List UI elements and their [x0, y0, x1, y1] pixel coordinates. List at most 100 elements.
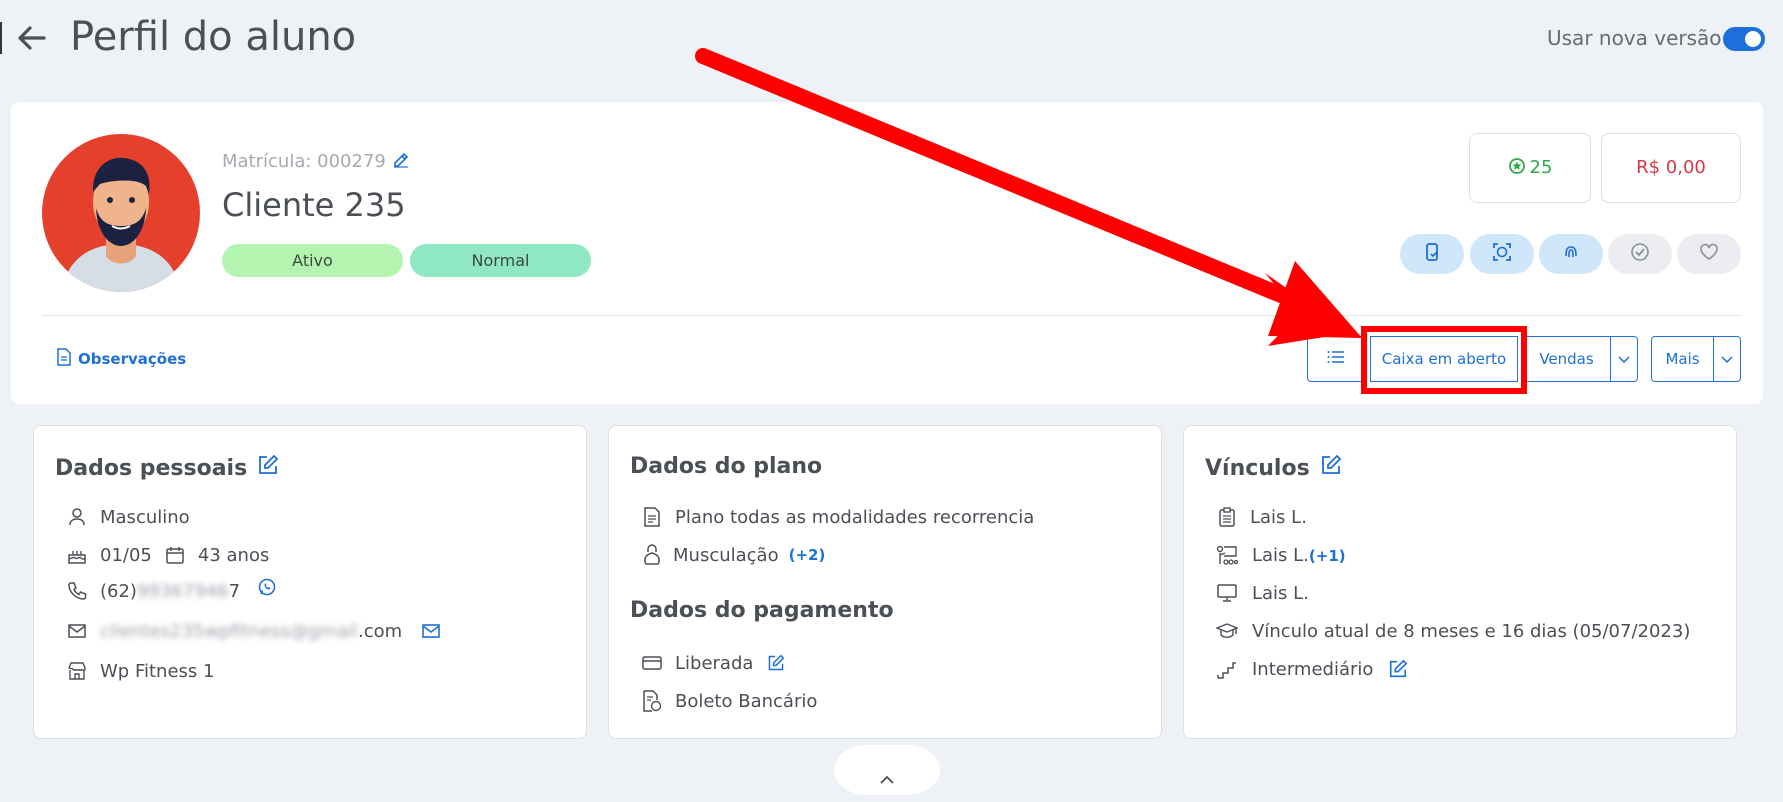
calendar-icon	[164, 544, 186, 566]
chevron-down-icon	[1618, 350, 1630, 368]
page-title: Perfil do aluno	[70, 14, 357, 60]
vinculos-label: Vínculos	[1205, 455, 1310, 481]
email-value: clientes235wpfitness@gmail.com	[100, 621, 402, 642]
payment-status-value: Liberada	[675, 652, 754, 674]
chevron-up-icon[interactable]	[879, 770, 895, 789]
monitor-icon	[1216, 582, 1238, 604]
professor-more-link[interactable]: (+1)	[1309, 547, 1346, 565]
modality-value: Musculação	[673, 544, 779, 566]
status-badge-normal: Normal	[410, 244, 591, 277]
chevron-down-icon	[1721, 350, 1733, 368]
heart-icon	[1699, 242, 1719, 266]
vendas-button[interactable]: Vendas	[1522, 336, 1610, 382]
phone-row: (62)993679467	[66, 578, 278, 602]
gender-value: Masculino	[100, 506, 190, 528]
phone-hidden: 99367946	[136, 580, 229, 602]
modality-row: Musculação (+2)	[641, 544, 825, 566]
whatsapp-icon[interactable]	[256, 576, 278, 598]
new-version-toggle[interactable]	[1723, 27, 1765, 51]
check-circle-icon	[1630, 242, 1650, 266]
trainer-icon	[1216, 544, 1238, 566]
modality-more-link[interactable]: (+2)	[789, 546, 826, 564]
email-suffix: .com	[358, 620, 403, 642]
unit-value: Wp Fitness 1	[100, 660, 215, 682]
professor-tv-row: Lais L.	[1216, 582, 1309, 604]
birthday-row: 01/05 43 anos	[66, 544, 269, 566]
payment-method-row: Boleto Bancário	[641, 690, 817, 712]
graduation-cap-icon	[1216, 620, 1238, 642]
mobile-app-button[interactable]	[1400, 234, 1464, 274]
dados-pessoais-label: Dados pessoais	[55, 455, 248, 481]
mais-dropdown-button[interactable]	[1713, 336, 1741, 382]
store-icon	[66, 660, 88, 682]
mail-icon	[66, 620, 88, 642]
list-icon	[1327, 350, 1345, 368]
points-box[interactable]: 25	[1469, 133, 1591, 203]
new-version-label: Usar nova versão	[1547, 26, 1722, 50]
consultor-value: Lais L.	[1250, 506, 1307, 528]
face-recognition-button[interactable]	[1470, 234, 1534, 274]
observacoes-label: Observações	[78, 350, 187, 368]
clipboard-icon	[1216, 506, 1238, 528]
send-email-icon[interactable]	[420, 620, 442, 642]
professor-tv-value: Lais L.	[1252, 582, 1309, 604]
phone-check-icon	[1422, 242, 1442, 266]
fingerprint-button[interactable]	[1539, 234, 1603, 274]
list-view-button[interactable]	[1307, 336, 1365, 382]
professor-row: Lais L.(+1)	[1216, 544, 1346, 566]
points-icon	[1508, 136, 1526, 204]
nivel-row: Intermediário	[1216, 658, 1409, 680]
dados-plano-panel: Dados do plano Plano todas as modalidade…	[608, 425, 1162, 739]
phone-prefix: (62)	[100, 580, 137, 602]
email-row: clientes235wpfitness@gmail.com	[66, 620, 442, 642]
card-divider	[42, 315, 1741, 316]
dados-pagamento-title: Dados do pagamento	[630, 598, 894, 623]
professor-value: Lais L.(+1)	[1252, 545, 1346, 566]
vinculos-title: Vínculos	[1205, 454, 1342, 482]
checkin-button[interactable]	[1608, 234, 1672, 274]
phone-icon	[66, 580, 88, 602]
health-button[interactable]	[1677, 234, 1741, 274]
credit-card-icon	[641, 652, 663, 674]
contract-icon	[641, 506, 663, 528]
phone-value: (62)993679467	[100, 581, 240, 602]
nivel-value: Intermediário	[1252, 658, 1374, 680]
annotation-highlight-box	[1361, 326, 1527, 394]
stairs-icon	[1216, 658, 1238, 680]
avatar	[42, 134, 200, 292]
plan-row: Plano todas as modalidades recorrencia	[641, 506, 1034, 528]
mais-button[interactable]: Mais	[1651, 336, 1713, 382]
phone-suffix: 7	[228, 580, 241, 602]
edit-icon[interactable]	[1387, 658, 1409, 680]
consultor-row: Lais L.	[1216, 506, 1307, 528]
dados-plano-title: Dados do plano	[630, 454, 823, 479]
edit-icon[interactable]	[392, 151, 410, 174]
plan-value: Plano todas as modalidades recorrencia	[675, 506, 1035, 528]
vendas-dropdown-button[interactable]	[1610, 336, 1638, 382]
birthday-value: 01/05	[100, 544, 152, 566]
back-arrow-icon[interactable]	[14, 20, 50, 56]
window-edge	[0, 22, 2, 54]
matricula: Matrícula: 000279	[222, 151, 410, 174]
professor-name: Lais L.	[1252, 544, 1309, 566]
cake-icon	[66, 544, 88, 566]
observacoes-link[interactable]: Observações	[56, 348, 186, 370]
status-badge-ativo: Ativo	[222, 244, 403, 277]
points-value: 25	[1529, 157, 1553, 178]
edit-icon[interactable]	[257, 454, 279, 482]
matricula-label: Matrícula: 000279	[222, 151, 386, 172]
invoice-icon	[641, 690, 663, 712]
vinculos-panel: Vínculos Lais L. Lais L.(+1) Lais L. Vín…	[1183, 425, 1737, 739]
payment-method-value: Boleto Bancário	[675, 690, 818, 712]
user-icon	[66, 506, 88, 528]
email-hidden: clientes235wpfitness@gmail	[100, 620, 359, 642]
dados-pessoais-panel: Dados pessoais Masculino 01/05 43 anos (…	[33, 425, 587, 739]
balance-box[interactable]: R$ 0,00	[1601, 133, 1741, 203]
edit-icon[interactable]	[765, 652, 787, 674]
edit-icon[interactable]	[1320, 454, 1342, 482]
unit-row: Wp Fitness 1	[66, 660, 214, 682]
kettlebell-icon	[641, 544, 663, 566]
document-icon	[56, 348, 72, 370]
payment-status-row: Liberada	[641, 652, 787, 674]
age-value: 43 anos	[197, 544, 270, 566]
